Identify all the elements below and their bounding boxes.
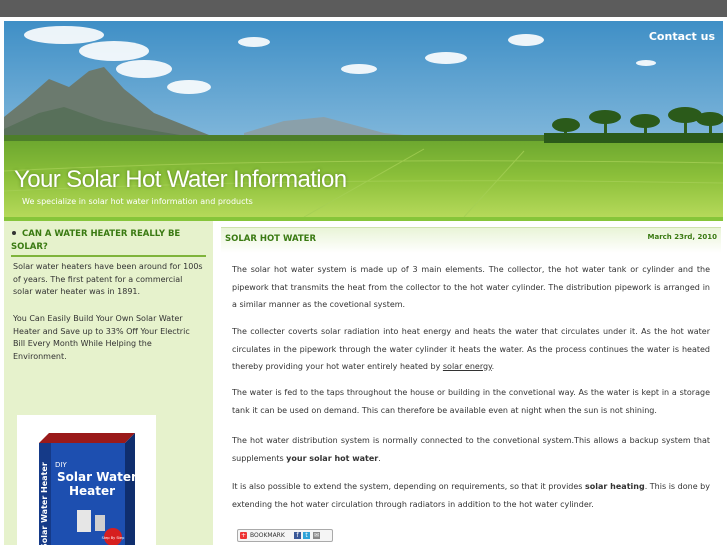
product-image[interactable]: DIY Solar Water Heater Solar Water Heate… [17, 415, 156, 545]
post-paragraph-4-end: . [378, 453, 381, 463]
post-paragraph-4: The hot water distribution system is nor… [232, 432, 710, 467]
facebook-icon: f [294, 532, 301, 539]
sidebar-heading[interactable]: CAN A WATER HEATER REALLY BE SOLAR? [11, 228, 206, 254]
post-paragraph-2-end: . [491, 362, 495, 371]
bookmark-button[interactable]: + BOOKMARK f t ✉ [237, 529, 333, 542]
post-date: March 23rd, 2010 [647, 233, 718, 241]
sidebar-heading-text: CAN A WATER HEATER REALLY BE SOLAR? [11, 229, 181, 252]
sidebar-paragraph-1: Solar water heaters have been around for… [13, 262, 203, 296]
post-paragraph-2: The collecter coverts solar radiation in… [232, 323, 710, 376]
post-paragraph-4-bold: your solar hot water [286, 453, 379, 463]
post-paragraph-5-text: It is also possible to extend the system… [232, 482, 586, 491]
ebook-cover: DIY Solar Water Heater Solar Water Heate… [39, 433, 137, 545]
post-paragraph-1: The solar hot water system is made up of… [232, 265, 710, 309]
bookmark-label: BOOKMARK [250, 532, 285, 539]
post-paragraph-5-bold: solar heating [585, 482, 645, 491]
site-title[interactable]: Your Solar Hot Water Information [14, 166, 347, 194]
sidebar-rule [11, 255, 206, 257]
top-bar [0, 0, 727, 17]
email-icon: ✉ [313, 532, 320, 539]
twitter-icon: t [303, 532, 310, 539]
solar-energy-link[interactable]: solar energy [443, 362, 492, 371]
plus-icon: + [240, 532, 247, 539]
site-tagline: We specialize in solar hot water informa… [22, 197, 253, 206]
header-banner: Contact us Your Solar Hot Water Informat… [4, 21, 723, 217]
post-header: SOLAR HOT WATER March 23rd, 2010 [221, 227, 721, 253]
post-paragraph-3: The water is fed to the taps throughout … [232, 388, 710, 415]
contact-us-link[interactable]: Contact us [649, 30, 715, 43]
book-title-line-1: Solar Water [57, 470, 137, 484]
post-paragraph-5: It is also possible to extend the system… [232, 478, 710, 513]
bullet-icon [12, 230, 16, 235]
book-prefix: DIY [55, 461, 67, 469]
post-title[interactable]: SOLAR HOT WATER [225, 234, 316, 244]
main-content: SOLAR HOT WATER March 23rd, 2010 The sol… [218, 221, 723, 545]
sidebar-paragraph-2: You Can Easily Build Your Own Solar Wate… [13, 314, 190, 361]
book-spine-text: Solar Water Heater [40, 462, 49, 545]
sidebar: CAN A WATER HEATER REALLY BE SOLAR? Sola… [4, 221, 213, 545]
book-badge: Step By Step [102, 536, 125, 540]
book-title-line-2: Heater [69, 484, 115, 498]
